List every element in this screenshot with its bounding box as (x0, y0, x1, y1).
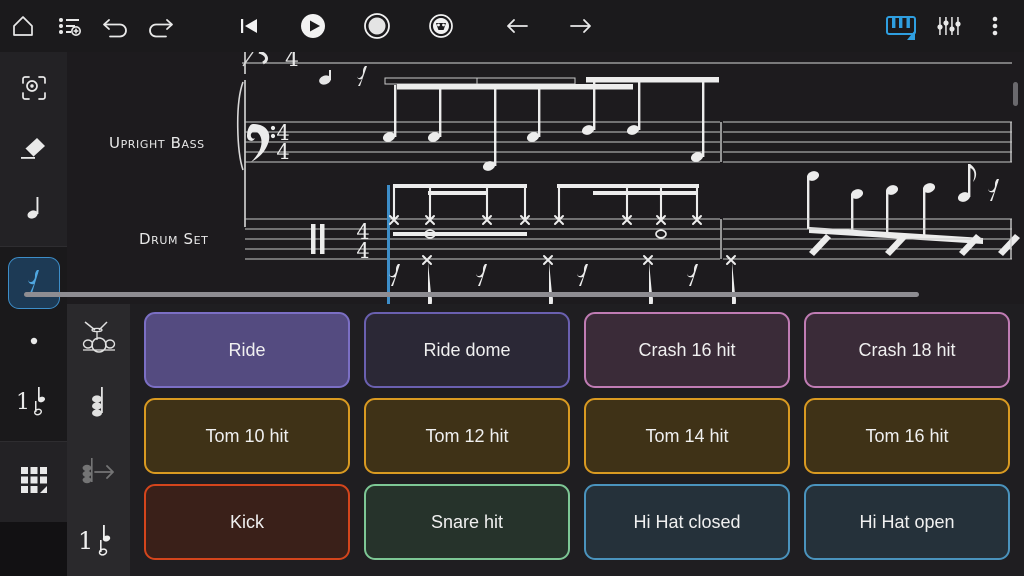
pad-label: Tom 12 hit (425, 426, 508, 447)
horizontal-scrollbar-thumb[interactable] (24, 292, 919, 297)
mixer-button[interactable] (926, 3, 972, 49)
dot-icon (24, 331, 44, 356)
arrow-left-icon (500, 11, 534, 41)
quarter-note-icon (17, 191, 51, 230)
rewind-to-start-icon (234, 11, 264, 41)
pad-crash-18-hit[interactable]: Crash 18 hit (804, 312, 1010, 388)
palette-item-arpeggio[interactable] (69, 440, 129, 508)
metronome-button[interactable] (418, 3, 464, 49)
add-to-list-icon (54, 11, 84, 41)
redo-icon (144, 11, 178, 41)
drum-pad-grid: Ride Ride dome Crash 16 hit Crash 18 hit… (144, 312, 1010, 560)
sidebar-item-select[interactable] (5, 60, 63, 120)
sidebar-item-note[interactable] (5, 180, 63, 240)
left-sidebar: 1 (0, 52, 67, 576)
tuplet-icon: 1 (11, 382, 57, 425)
pad-crash-16-hit[interactable]: Crash 16 hit (584, 312, 790, 388)
notation-svg: 4 (67, 52, 1024, 304)
pad-tom-12-hit[interactable]: Tom 12 hit (364, 398, 570, 474)
play-button[interactable] (290, 3, 336, 49)
sidebar-group-tools (0, 52, 67, 246)
rewind-to-start-button[interactable] (226, 3, 272, 49)
record-icon (361, 10, 393, 42)
pad-label: Crash 16 hit (638, 340, 735, 361)
top-toolbar (0, 0, 1024, 52)
arpeggio-arrow-icon (77, 452, 121, 497)
add-to-list-button[interactable] (46, 3, 92, 49)
score-canvas[interactable]: 4 (67, 52, 1024, 304)
arrow-right-icon (564, 11, 598, 41)
grid-icon (17, 463, 51, 502)
svg-text:4: 4 (356, 239, 369, 263)
home-icon (8, 11, 38, 41)
sidebar-group-duration: 1 (0, 247, 67, 441)
drum-pad-panel: Ride Ride dome Crash 16 hit Crash 18 hit… (130, 304, 1024, 576)
palette-item-tuplet[interactable]: 1 (69, 508, 129, 576)
pad-label: Kick (230, 512, 264, 533)
pad-tom-10-hit[interactable]: Tom 10 hit (144, 398, 350, 474)
pad-label: Tom 16 hit (865, 426, 948, 447)
sidebar-group-grid (0, 442, 67, 522)
chord-stack-icon (82, 382, 116, 431)
pad-hi-hat-closed[interactable]: Hi Hat closed (584, 484, 790, 560)
sidebar-item-grid[interactable] (5, 452, 63, 512)
svg-text:4: 4 (285, 52, 299, 72)
piano-keyboard-button[interactable] (880, 3, 926, 49)
palette-item-drum-kit[interactable] (69, 304, 129, 372)
play-icon (297, 10, 329, 42)
staff-label-drum-set: Drum Set (139, 230, 209, 248)
pad-label: Crash 18 hit (858, 340, 955, 361)
pad-label: Tom 14 hit (645, 426, 728, 447)
svg-text:1: 1 (78, 527, 93, 555)
overflow-menu-button[interactable] (972, 3, 1018, 49)
select-tool-icon (17, 71, 51, 110)
pad-label: Ride (228, 340, 265, 361)
pad-kick[interactable]: Kick (144, 484, 350, 560)
pad-hi-hat-open[interactable]: Hi Hat open (804, 484, 1010, 560)
svg-text:4: 4 (276, 140, 289, 164)
pad-snare-hit[interactable]: Snare hit (364, 484, 570, 560)
previous-button[interactable] (494, 3, 540, 49)
undo-icon (98, 11, 132, 41)
instrument-palette-strip: 1 (67, 304, 130, 576)
staff-label-upright-bass: Upright Bass (109, 134, 205, 152)
sidebar-item-tuplet[interactable]: 1 (5, 373, 63, 433)
sidebar-item-rest[interactable] (8, 257, 60, 309)
home-button[interactable] (0, 3, 46, 49)
pad-label: Tom 10 hit (205, 426, 288, 447)
pad-ride[interactable]: Ride (144, 312, 350, 388)
next-button[interactable] (558, 3, 604, 49)
redo-button[interactable] (138, 3, 184, 49)
eraser-tool-icon (17, 131, 51, 170)
app-root: 1 (0, 0, 1024, 576)
drum-kit-icon (77, 316, 121, 361)
undo-button[interactable] (92, 3, 138, 49)
record-button[interactable] (354, 3, 400, 49)
svg-text:1: 1 (16, 390, 30, 415)
pad-tom-14-hit[interactable]: Tom 14 hit (584, 398, 790, 474)
pad-label: Ride dome (423, 340, 510, 361)
tuplet-icon: 1 (74, 519, 124, 566)
pad-ride-dome[interactable]: Ride dome (364, 312, 570, 388)
pad-tom-16-hit[interactable]: Tom 16 hit (804, 398, 1010, 474)
pad-label: Hi Hat closed (633, 512, 740, 533)
pad-label: Hi Hat open (859, 512, 954, 533)
vertical-scrollbar-thumb[interactable] (1013, 82, 1018, 106)
piano-keyboard-icon (883, 10, 923, 42)
metronome-icon (426, 11, 456, 41)
playhead-cursor (387, 185, 390, 304)
palette-item-chord[interactable] (69, 372, 129, 440)
mixer-faders-icon (934, 11, 964, 41)
sidebar-item-eraser[interactable] (5, 120, 63, 180)
pad-label: Snare hit (431, 512, 503, 533)
overflow-menu-icon (983, 11, 1007, 41)
sidebar-item-dot[interactable] (5, 313, 63, 373)
